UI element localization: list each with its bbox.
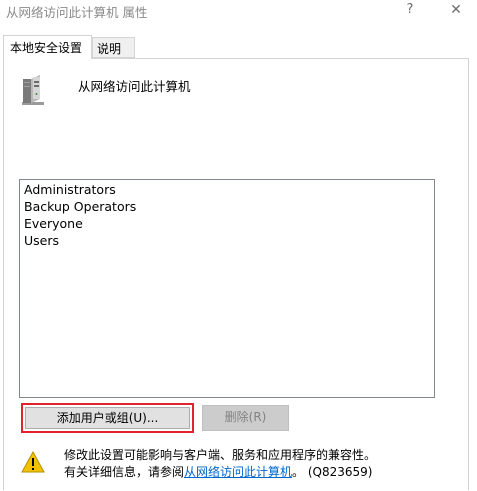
warning-suffix: 。 (Q823659) xyxy=(292,465,373,479)
list-item[interactable]: Everyone xyxy=(24,215,83,232)
list-item[interactable]: Administrators xyxy=(24,181,116,198)
properties-dialog: 从网络访问此计算机 属性 ? ✕ 本地安全设置 说明 从网络访问此计算机 Adm… xyxy=(0,0,477,491)
add-user-or-group-button[interactable]: 添加用户或组(U)... xyxy=(21,403,194,433)
list-item[interactable]: Users xyxy=(24,232,59,249)
members-listbox[interactable]: Administrators Backup Operators Everyone… xyxy=(19,179,435,398)
help-link[interactable]: 从网络访问此计算机 xyxy=(184,465,292,479)
warning-prefix: 有关详细信息，请参阅 xyxy=(64,465,185,479)
close-button[interactable]: ✕ xyxy=(440,0,472,22)
tab-label: 说明 xyxy=(97,42,122,56)
computer-tower-icon xyxy=(19,73,49,107)
warning-triangle-icon xyxy=(21,450,45,473)
add-button-label: 添加用户或组(U)... xyxy=(25,407,190,429)
warning-text: 修改此设置可能影响与客户端、服务和应用程序的兼容性。 xyxy=(64,448,377,462)
tab-local-security-setting[interactable]: 本地安全设置 xyxy=(3,35,92,59)
warning-reference: 有关详细信息，请参阅从网络访问此计算机。 (Q823659) xyxy=(64,463,372,480)
window-title: 从网络访问此计算机 属性 xyxy=(6,5,148,20)
tab-label: 本地安全设置 xyxy=(10,41,83,55)
policy-name: 从网络访问此计算机 xyxy=(78,79,191,94)
help-button[interactable]: ? xyxy=(398,0,422,22)
list-item[interactable]: Backup Operators xyxy=(24,198,136,215)
remove-button[interactable]: 删除(R) xyxy=(202,405,289,431)
tab-explain[interactable]: 说明 xyxy=(92,37,135,58)
title-bar: 从网络访问此计算机 属性 ? ✕ xyxy=(0,0,477,24)
